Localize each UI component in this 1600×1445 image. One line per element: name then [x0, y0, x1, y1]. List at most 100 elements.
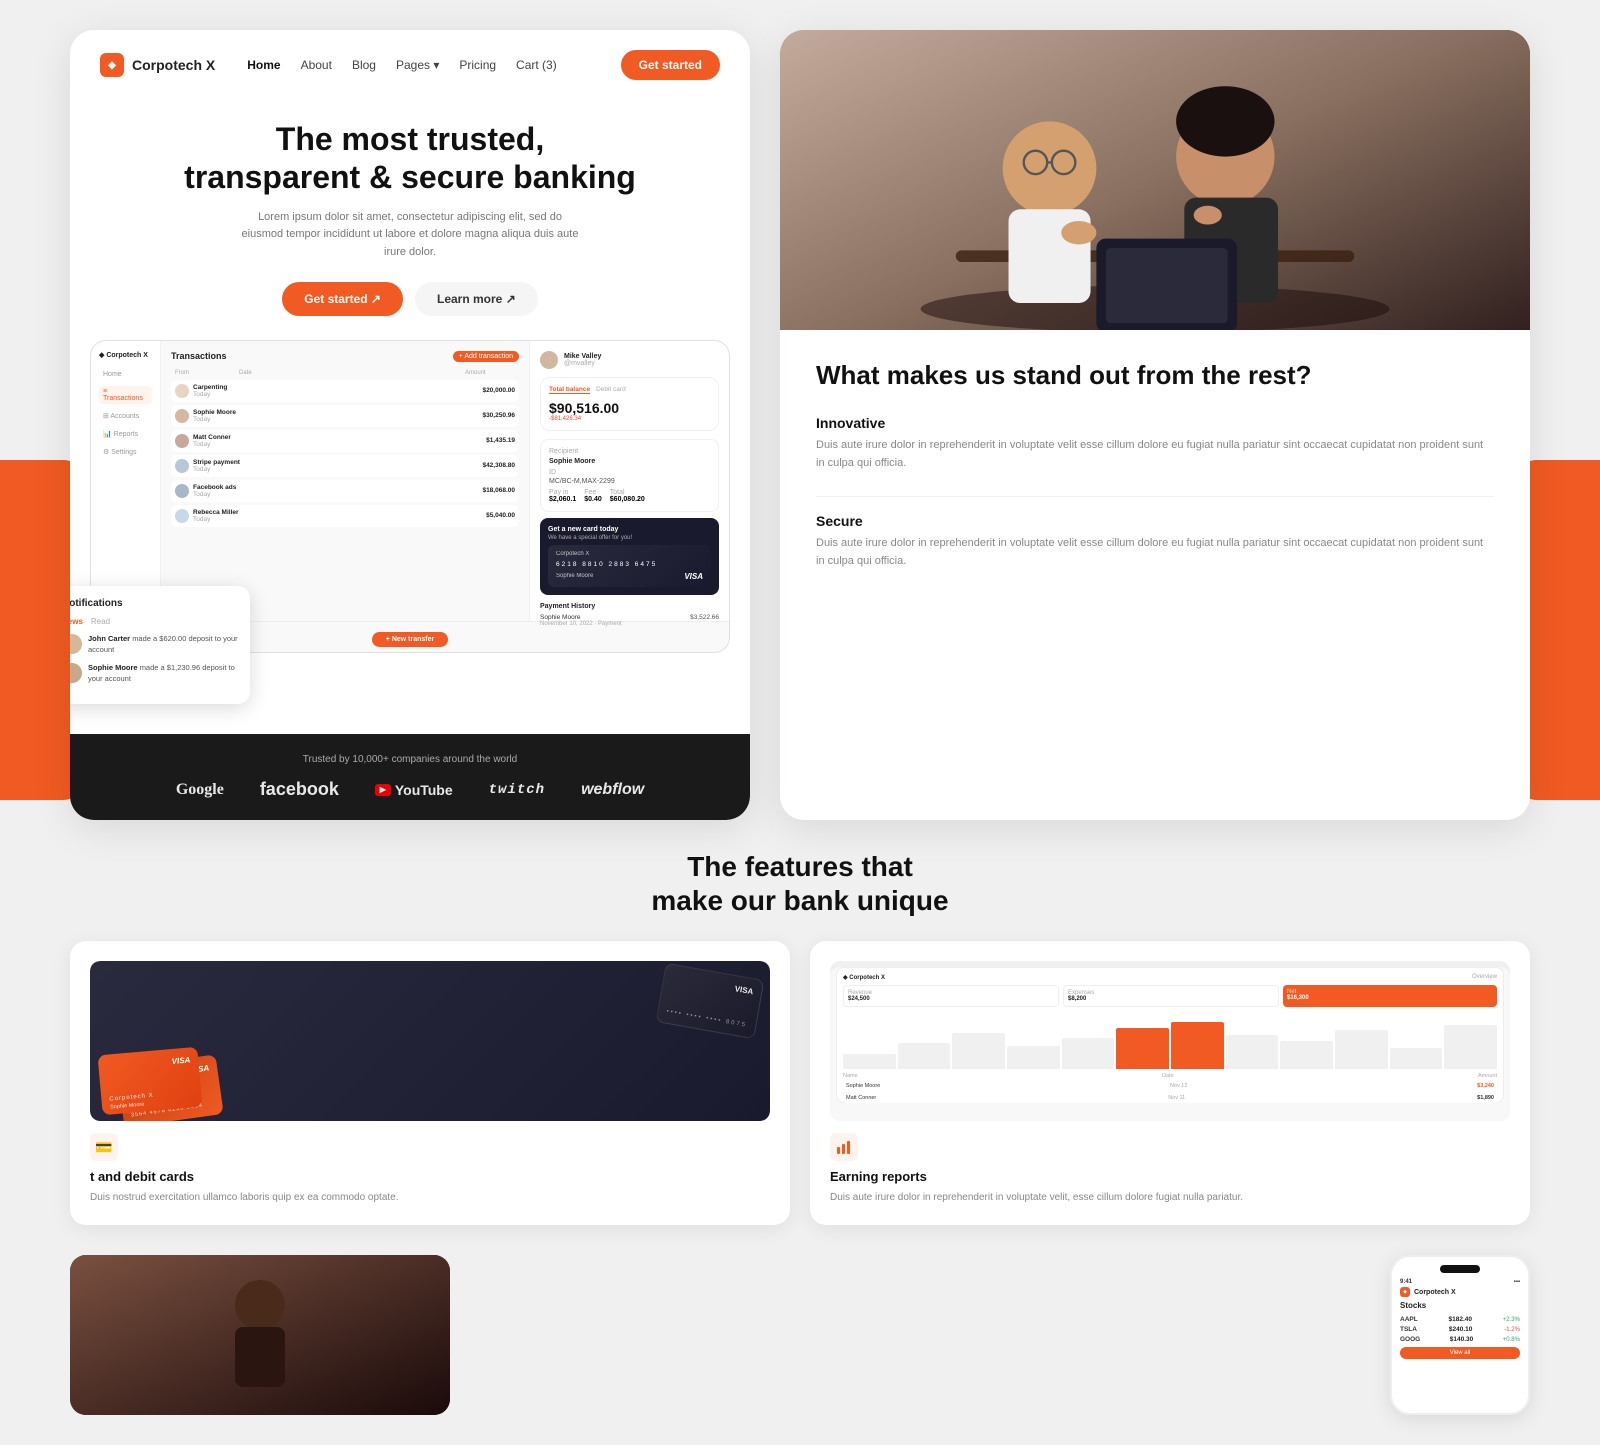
- dash-section-title: Transactions: [171, 351, 227, 361]
- stock-item: TSLA $240.10 -1.2%: [1400, 1326, 1520, 1333]
- bottom-row: 9:41 ▪▪▪ ◆ Corpotech X Stocks AAPL $182.…: [70, 1255, 1530, 1415]
- notification-text: Sophie Moore made a $1,230.96 deposit to…: [88, 663, 238, 684]
- get-started-button[interactable]: Get started ↗: [282, 282, 403, 316]
- features-section: The features that make our bank unique V…: [70, 850, 1530, 1225]
- standout-title: What makes us stand out from the rest?: [816, 360, 1494, 391]
- notifications-panel: Notifications News Read John Carter made…: [70, 586, 250, 704]
- dash-nav-home[interactable]: Home: [99, 369, 152, 380]
- nav-blog[interactable]: Blog: [352, 58, 376, 72]
- table-row: Matt ConnerToday $1,435.19: [171, 430, 519, 452]
- cards-icon: 💳: [90, 1133, 118, 1161]
- dash-right-panel: Mike Valley@mvalley Total balance Debit …: [529, 341, 729, 621]
- brand-name: Corpotech X: [132, 57, 215, 73]
- send-amount: $2,060.1: [549, 496, 576, 503]
- dark-visa-card: VISA •••• •••• •••• 8075: [656, 963, 765, 1039]
- news-tab[interactable]: News: [70, 617, 83, 626]
- phone-view-all-button[interactable]: View all: [1400, 1347, 1520, 1359]
- table-row: CarpentingToday $20,000.00: [171, 380, 519, 402]
- notification-text: John Carter made a $620.00 deposit to yo…: [88, 634, 238, 655]
- transaction-amount: $5,040.00: [486, 512, 515, 519]
- reports-card-desc: Duis aute irure dolor in reprehenderit i…: [830, 1190, 1510, 1205]
- nav-about[interactable]: About: [301, 58, 332, 72]
- avatar: [175, 409, 189, 423]
- notifications-title: Notifications: [70, 598, 238, 609]
- feature-desc-secure: Duis aute irure dolor in reprehenderit i…: [816, 535, 1494, 570]
- hero-subtitle: Lorem ipsum dolor sit amet, consectetur …: [240, 209, 580, 262]
- dash-logo: ◆ Corpotech X: [99, 351, 152, 359]
- nav-cart[interactable]: Cart (3): [516, 58, 557, 72]
- get-card-promo: Get a new card today We have a special o…: [540, 518, 719, 595]
- balance-change: -$81,426.34: [549, 416, 710, 422]
- nav-pages[interactable]: Pages ▾: [396, 58, 439, 72]
- learn-more-button[interactable]: Learn more ↗: [415, 282, 538, 316]
- earning-reports-feature: ◆ Corpotech X Overview Revenue $24,500: [810, 941, 1530, 1225]
- feature-secure: Secure Duis aute irure dolor in reprehen…: [816, 513, 1494, 570]
- hero-title: The most trusted, transparent & secure b…: [110, 120, 710, 197]
- debit-card-tab[interactable]: Debit card: [596, 386, 626, 394]
- stock-item: AAPL $182.40 +2.3%: [1400, 1316, 1520, 1323]
- dash-nav-settings[interactable]: ⚙ Settings: [99, 446, 152, 458]
- main-website-card: ◆ Corpotech X Home About Blog Pages ▾ Pr…: [70, 30, 750, 820]
- reports-card-title: Earning reports: [830, 1169, 1510, 1184]
- bank-features: The features that make our bank unique V…: [70, 850, 1530, 1225]
- payment-id: MC/BC-M,MAX-2299: [549, 478, 710, 485]
- balance-card: Total balance Debit card $90,516.00 -$81…: [540, 377, 719, 431]
- earnings-chart: [843, 1013, 1497, 1073]
- debit-card-desc: Duis nostrud exercitation ullamco labori…: [90, 1190, 770, 1205]
- notif-tabs: News Read: [70, 617, 238, 626]
- read-tab[interactable]: Read: [91, 617, 110, 626]
- total-amount: $60,080.20: [610, 496, 645, 503]
- dashboard-area: ◆ Corpotech X Home ≡ Transactions ⊞ Acco…: [70, 340, 750, 734]
- trusted-text: Trusted by 10,000+ companies around the …: [100, 754, 720, 765]
- reports-icon: [830, 1133, 858, 1161]
- phone-mockup: 9:41 ▪▪▪ ◆ Corpotech X Stocks AAPL $182.…: [1390, 1255, 1530, 1415]
- youtube-logo: ▶ YouTube: [375, 782, 453, 798]
- phone-time: 9:41: [1400, 1279, 1412, 1285]
- transaction-amount: $42,308.80: [482, 462, 515, 469]
- phone-notch: [1440, 1265, 1480, 1273]
- standout-image: [780, 30, 1530, 330]
- avatar: [70, 634, 82, 654]
- bottom-image-card: [70, 1255, 450, 1415]
- logo-area: ◆ Corpotech X: [100, 53, 215, 77]
- dark-section: Trusted by 10,000+ companies around the …: [70, 734, 750, 820]
- navbar-cta-button[interactable]: Get started: [621, 50, 720, 80]
- feature-title-innovative: Innovative: [816, 415, 1494, 431]
- recipient-name: Sophie Moore: [549, 458, 710, 465]
- avatar: [175, 509, 189, 523]
- table-row: Stripe paymentToday $42,308.80: [171, 455, 519, 477]
- dash-nav-accounts[interactable]: ⊞ Accounts: [99, 410, 152, 422]
- debit-card-title: t and debit cards: [90, 1169, 770, 1184]
- feature-divider: [816, 496, 1494, 497]
- phone-section: Stocks: [1400, 1301, 1520, 1310]
- brand-logos-row: Google facebook ▶ YouTube twitch webflow: [100, 779, 720, 800]
- transaction-amount: $30,250.96: [482, 412, 515, 419]
- avatar: [175, 434, 189, 448]
- nav-home[interactable]: Home: [247, 58, 280, 72]
- new-transfer-button[interactable]: + New transfer: [372, 632, 448, 647]
- dash-nav-reports[interactable]: 📊 Reports: [99, 428, 152, 440]
- webflow-logo: webflow: [581, 781, 644, 799]
- orange-visa-card: VISA Corpotech X Sophie Moore: [98, 1047, 203, 1115]
- dash-nav-transactions[interactable]: ≡ Transactions: [99, 386, 152, 404]
- transaction-amount: $1,435.19: [486, 437, 515, 444]
- transaction-amount: $20,000.00: [482, 387, 515, 394]
- balance-amount: $90,516.00: [549, 400, 710, 416]
- avatar: [175, 459, 189, 473]
- table-row: Rebecca MillerToday $5,040.00: [171, 505, 519, 527]
- hero-buttons: Get started ↗ Learn more ↗: [110, 282, 710, 316]
- total-balance-tab[interactable]: Total balance: [549, 386, 590, 394]
- notification-item: John Carter made a $620.00 deposit to yo…: [70, 634, 238, 655]
- nav-links: Home About Blog Pages ▾ Pricing Cart (3): [247, 58, 596, 72]
- avatar: [70, 663, 82, 683]
- hero-section: The most trusted, transparent & secure b…: [70, 100, 750, 340]
- add-transaction-btn[interactable]: + Add transaction: [453, 351, 519, 362]
- phone-app-name: Corpotech X: [1414, 1289, 1456, 1296]
- reports-visual: ◆ Corpotech X Overview Revenue $24,500: [830, 961, 1510, 1121]
- facebook-logo: facebook: [260, 779, 339, 800]
- nav-pricing[interactable]: Pricing: [459, 58, 496, 72]
- dash-main: Transactions + Add transaction From Date…: [161, 341, 529, 621]
- table-row: Sophie MooreToday $30,250.96: [171, 405, 519, 427]
- avatar: [175, 484, 189, 498]
- stock-item: GOOG $140.30 +0.8%: [1400, 1336, 1520, 1343]
